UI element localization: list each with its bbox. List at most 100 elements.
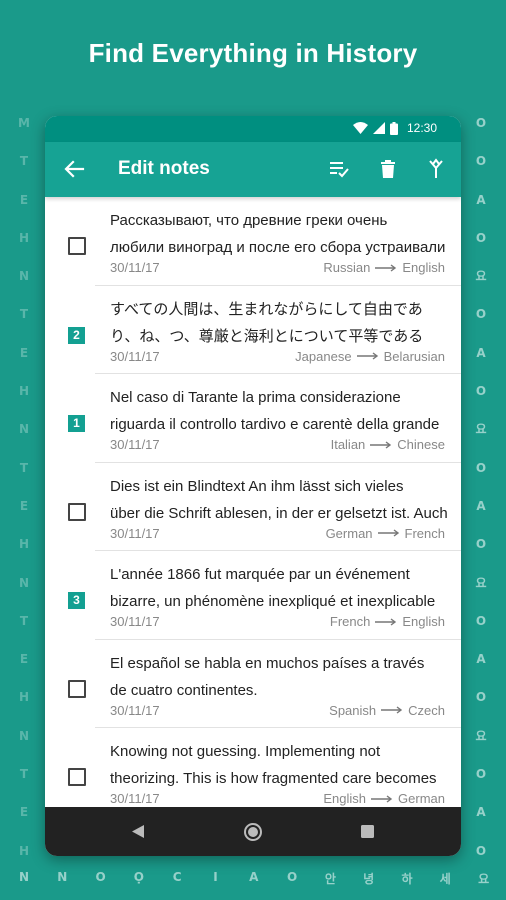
long-arrow-right-icon bbox=[375, 617, 397, 626]
note-text-line: Dies ist ein Blindtext An ihm lässt sich… bbox=[110, 477, 404, 495]
language-pair: German French bbox=[326, 526, 445, 541]
background-letter: O bbox=[475, 230, 487, 245]
selection-order-badge[interactable]: 1 bbox=[68, 415, 85, 432]
background-letter: T bbox=[19, 307, 29, 322]
language-pair: French English bbox=[330, 614, 445, 629]
note-checkbox[interactable] bbox=[68, 502, 86, 521]
background-letter: O bbox=[475, 613, 487, 628]
note-text: すべての人間は、生まれながらにして自由であ り、ね、つ、尊厳と海利とについて平等… bbox=[110, 296, 450, 350]
note-date: 30/11/17 bbox=[110, 525, 160, 541]
recents-square-icon[interactable] bbox=[361, 825, 374, 838]
background-letter: 요 bbox=[475, 269, 487, 284]
list-item[interactable]: Dies ist ein Blindtext An ihm lässt sich… bbox=[45, 463, 461, 551]
note-text-line: り、ね、つ、尊厳と海利とについて平等である bbox=[110, 327, 424, 345]
language-pair: Japanese Belarusian bbox=[295, 349, 445, 364]
note-text: Nel caso di Tarante la prima considerazi… bbox=[110, 384, 450, 438]
list-item[interactable]: El español se habla en muchos países a t… bbox=[45, 640, 461, 728]
note-checkbox[interactable] bbox=[68, 237, 86, 255]
background-letter: O bbox=[286, 870, 298, 884]
background-letter: C bbox=[172, 870, 182, 884]
background-letter: M bbox=[18, 116, 30, 130]
background-letter: N bbox=[18, 422, 30, 437]
background-letter: O bbox=[475, 767, 487, 782]
note-text-line: riguarda il controllo tardivo e carentè … bbox=[110, 416, 440, 433]
long-arrow-right-icon bbox=[371, 794, 393, 803]
background-letter: N bbox=[18, 575, 30, 590]
list-item[interactable]: 1 Nel caso di Tarante la prima considera… bbox=[45, 374, 461, 463]
target-language: Belarusian bbox=[383, 348, 445, 364]
background-bottom-letters: NNOỌCIAO안녕하세요 bbox=[0, 870, 506, 890]
background-letter: H bbox=[18, 537, 30, 552]
background-letter: 요 bbox=[475, 422, 487, 437]
note-date: 30/11/17 bbox=[110, 437, 160, 452]
background-letter: N bbox=[18, 870, 30, 884]
playlist-check-icon[interactable] bbox=[327, 157, 351, 181]
background-letter: T bbox=[19, 154, 29, 169]
background-letter: E bbox=[19, 192, 29, 207]
note-text-line: Nel caso di Tarante la prima considerazi… bbox=[110, 389, 401, 406]
background-letter: H bbox=[18, 384, 30, 399]
merge-icon[interactable] bbox=[424, 157, 448, 181]
background-letter: E bbox=[19, 345, 29, 360]
background-letter: A bbox=[476, 345, 486, 360]
source-language: Spanish bbox=[329, 702, 377, 718]
source-language: English bbox=[323, 791, 367, 806]
status-time: 12:30 bbox=[406, 121, 437, 135]
source-language: Russian bbox=[323, 260, 371, 275]
note-text: Knowing not guessing. Implementing not t… bbox=[110, 738, 450, 792]
note-text-line: de cuatro continentes. bbox=[110, 681, 258, 699]
note-text-line: über die Schrift ablesen, in der er gels… bbox=[110, 504, 448, 522]
note-text-line: すべての人間は、生まれながらにして自由であ bbox=[110, 300, 423, 318]
app-bar: Edit notes bbox=[45, 142, 461, 197]
note-text-line: bizarre, un phénomène inexpliqué et inex… bbox=[110, 593, 436, 610]
long-arrow-right-icon bbox=[356, 352, 378, 360]
note-checkbox[interactable] bbox=[68, 768, 86, 786]
list-item[interactable]: 3 L'année 1866 fut marquée par un événem… bbox=[45, 551, 461, 640]
note-checkbox[interactable] bbox=[68, 679, 86, 698]
list-item[interactable]: Knowing not guessing. Implementing not t… bbox=[45, 728, 461, 807]
background-letter: 요 bbox=[478, 872, 490, 886]
background-letter: E bbox=[19, 805, 29, 820]
selection-order-badge[interactable]: 2 bbox=[68, 326, 85, 344]
background-letter: O bbox=[475, 116, 487, 130]
delete-icon[interactable] bbox=[376, 157, 400, 181]
background-letter: T bbox=[19, 460, 29, 475]
language-pair: Russian English bbox=[323, 260, 445, 275]
background-letter: 녕 bbox=[363, 872, 375, 886]
system-nav-bar bbox=[45, 807, 461, 856]
note-text-line: L'année 1866 fut marquée par un événemen… bbox=[110, 566, 410, 583]
target-language: English bbox=[402, 614, 445, 629]
source-language: German bbox=[325, 525, 373, 541]
list-item[interactable]: Рассказывают, что древние греки очень лю… bbox=[45, 197, 461, 286]
selection-order-badge[interactable]: 3 bbox=[68, 592, 85, 609]
note-text-line: Рассказывают, что древние греки очень bbox=[110, 212, 388, 229]
list-item[interactable]: 2 すべての人間は、生まれながらにして自由であ り、ね、つ、尊厳と海利とについて… bbox=[45, 286, 461, 374]
background-letter: H bbox=[18, 230, 30, 245]
background-letter: A bbox=[476, 652, 486, 667]
language-pair: Spanish Czech bbox=[329, 703, 445, 718]
back-triangle-icon[interactable] bbox=[131, 824, 145, 839]
background-letter: H bbox=[18, 690, 30, 705]
note-text-line: Knowing not guessing. Implementing not bbox=[110, 743, 381, 760]
background-letter: H bbox=[18, 843, 30, 858]
background-letter: O bbox=[475, 384, 487, 399]
target-language: Chinese bbox=[397, 437, 445, 452]
target-language: French bbox=[404, 525, 445, 541]
note-date: 30/11/17 bbox=[110, 702, 160, 718]
background-letter: 요 bbox=[475, 575, 487, 590]
long-arrow-right-icon bbox=[370, 440, 392, 449]
background-letter: I bbox=[213, 870, 218, 884]
notes-list: Рассказывают, что древние греки очень лю… bbox=[45, 197, 461, 807]
background-letter: N bbox=[18, 269, 30, 284]
note-text-line: любили виноград и после его сбора устраи… bbox=[110, 239, 446, 256]
signal-icon bbox=[372, 122, 385, 134]
note-date: 30/11/17 bbox=[110, 260, 160, 275]
note-date: 30/11/17 bbox=[110, 791, 160, 806]
background-letter: O bbox=[475, 537, 487, 552]
arrow-left-icon[interactable] bbox=[63, 158, 85, 180]
background-letter: A bbox=[476, 805, 486, 820]
home-circle-icon[interactable] bbox=[243, 822, 263, 842]
background-letter: A bbox=[476, 498, 486, 513]
background-letter: A bbox=[249, 870, 259, 884]
background-letter: E bbox=[19, 498, 29, 513]
